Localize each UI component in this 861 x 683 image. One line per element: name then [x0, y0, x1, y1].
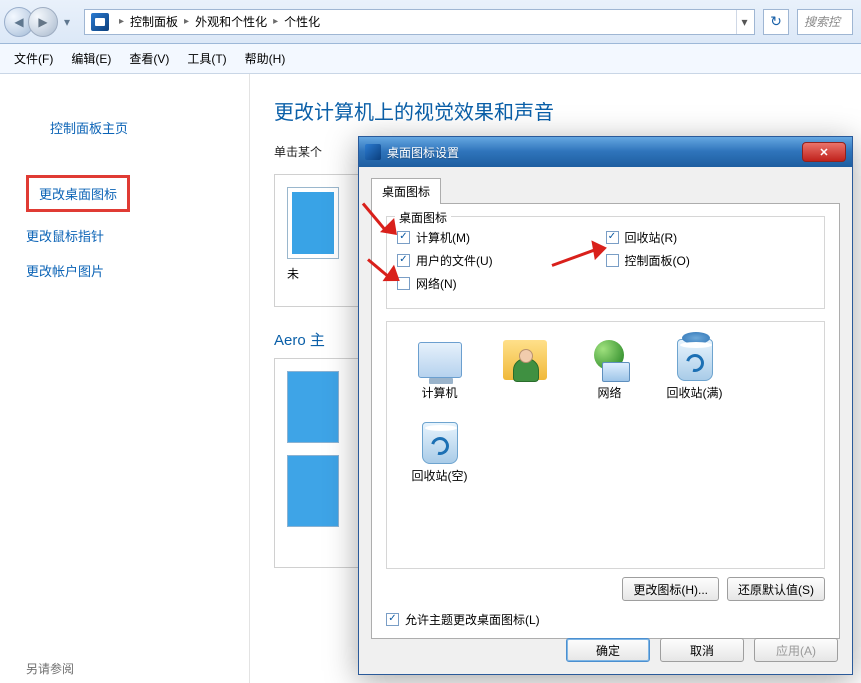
forward-button[interactable]: ▶ [28, 7, 58, 37]
desktop-icon-settings-dialog: 桌面图标设置 ✕ 桌面图标 桌面图标 计算机(M) [358, 136, 853, 675]
sidebar-link-desktop-icons[interactable]: 更改桌面图标 [39, 184, 117, 203]
icon-label-computer: 计算机 [421, 384, 457, 401]
refresh-button[interactable]: ↻ [763, 9, 789, 35]
theme-thumbnail[interactable] [287, 187, 339, 259]
icon-label-network: 网络 [597, 384, 621, 401]
tab-desktop-icons[interactable]: 桌面图标 [371, 178, 441, 204]
icon-item-network[interactable]: 网络 [567, 336, 652, 401]
theme-caption: 未 [287, 265, 351, 282]
icon-item-userfiles[interactable] [482, 336, 567, 401]
annotation-highlight: 更改桌面图标 [26, 175, 130, 212]
nav-buttons: ◀ ▶ ▾ [4, 7, 74, 37]
menu-file[interactable]: 文件(F) [14, 50, 53, 67]
aero-thumbnail-1[interactable] [287, 371, 339, 443]
address-dropdown[interactable]: ▾ [736, 10, 752, 34]
checkbox-allow-themes-label: 允许主题更改桌面图标(L) [405, 611, 540, 628]
crumb-control-panel[interactable]: 控制面板 [130, 13, 178, 30]
chevron-down-icon: ▾ [64, 15, 70, 29]
change-icon-button[interactable]: 更改图标(H)... [622, 577, 719, 601]
breadcrumb: ▸ 控制面板 ▸ 外观和个性化 ▸ 个性化 [113, 13, 320, 30]
restore-defaults-button[interactable]: 还原默认值(S) [727, 577, 825, 601]
close-icon: ✕ [819, 146, 828, 159]
nav-bar: ◀ ▶ ▾ ▸ 控制面板 ▸ 外观和个性化 ▸ 个性化 ▾ ↻ [0, 0, 861, 44]
tab-page: 桌面图标 计算机(M) 用户的文件(U) [371, 203, 840, 639]
close-button[interactable]: ✕ [802, 142, 846, 162]
menu-view[interactable]: 查看(V) [129, 50, 169, 67]
aero-section [274, 358, 364, 568]
network-icon [588, 340, 632, 380]
refresh-icon: ↻ [770, 13, 782, 30]
crumb-personalization[interactable]: 个性化 [284, 13, 320, 30]
menu-help[interactable]: 帮助(H) [245, 50, 286, 67]
apply-button[interactable]: 应用(A) [754, 638, 838, 662]
aero-thumbnail-2[interactable] [287, 455, 339, 527]
crumb-appearance[interactable]: 外观和个性化 [195, 13, 267, 30]
checkbox-recyclebin-label: 回收站(R) [625, 229, 678, 246]
page-title: 更改计算机上的视觉效果和声音 [274, 96, 837, 125]
sidebar: 控制面板主页 更改桌面图标 更改鼠标指针 更改帐户图片 另请参阅 显示 任务栏和… [0, 74, 250, 683]
checkbox-computer-label: 计算机(M) [416, 229, 470, 246]
address-bar[interactable]: ▸ 控制面板 ▸ 外观和个性化 ▸ 个性化 ▾ [84, 9, 755, 35]
dialog-titlebar[interactable]: 桌面图标设置 ✕ [359, 137, 852, 167]
checkbox-recyclebin[interactable] [606, 231, 619, 244]
recycle-bin-empty-icon [422, 422, 458, 464]
search-input[interactable]: 搜索控 [797, 9, 853, 35]
search-placeholder: 搜索控 [804, 13, 840, 30]
theme-section-top: 未 [274, 174, 364, 307]
menu-bar: 文件(F) 编辑(E) 查看(V) 工具(T) 帮助(H) [0, 44, 861, 74]
checkbox-allow-themes[interactable] [386, 613, 399, 626]
control-panel-icon [91, 13, 109, 31]
sidebar-home-link[interactable]: 控制面板主页 [26, 96, 239, 159]
desktop-icons-group: 桌面图标 计算机(M) 用户的文件(U) [386, 216, 825, 309]
recycle-bin-full-icon [677, 339, 713, 381]
checkbox-userfiles-label: 用户的文件(U) [416, 252, 493, 269]
icon-item-recycle-empty[interactable]: 回收站(空) [397, 419, 482, 484]
icon-label-recycle-empty: 回收站(空) [412, 467, 468, 484]
icon-item-recycle-full[interactable]: 回收站(满) [652, 336, 737, 401]
checkbox-controlpanel-label: 控制面板(O) [625, 252, 690, 269]
forward-arrow-icon: ▶ [38, 15, 47, 29]
history-dropdown[interactable]: ▾ [60, 7, 74, 37]
dialog-icon [365, 144, 381, 160]
computer-icon [418, 342, 462, 378]
ok-button[interactable]: 确定 [566, 638, 650, 662]
checkbox-network-label: 网络(N) [416, 275, 457, 292]
menu-edit[interactable]: 编辑(E) [71, 50, 111, 67]
icon-label-recycle-full: 回收站(满) [667, 384, 723, 401]
dialog-footer: 确定 取消 应用(A) [359, 630, 852, 674]
menu-tools[interactable]: 工具(T) [187, 50, 226, 67]
back-arrow-icon: ◀ [14, 15, 23, 29]
group-legend: 桌面图标 [395, 209, 451, 226]
sidebar-link-account-picture[interactable]: 更改帐户图片 [26, 261, 239, 280]
sidebar-link-mouse-pointers[interactable]: 更改鼠标指针 [26, 226, 239, 245]
icon-item-computer[interactable]: 计算机 [397, 336, 482, 401]
icon-preview-list[interactable]: 计算机 网络 回收站(满) [386, 321, 825, 569]
user-folder-icon [503, 340, 547, 380]
checkbox-userfiles[interactable] [397, 254, 410, 267]
dialog-title: 桌面图标设置 [387, 144, 802, 161]
cancel-button[interactable]: 取消 [660, 638, 744, 662]
see-also-label: 另请参阅 [26, 660, 239, 677]
